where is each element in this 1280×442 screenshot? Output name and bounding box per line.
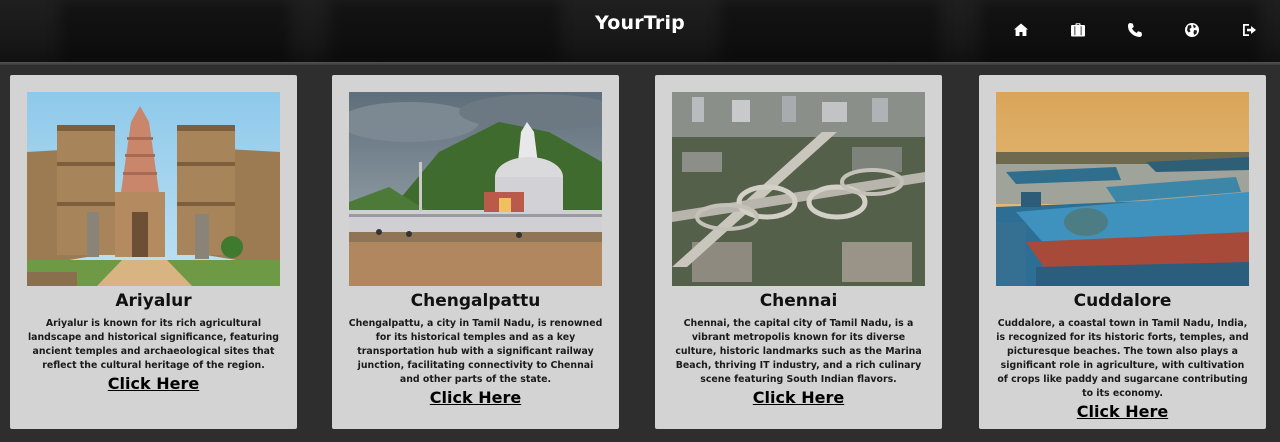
nav-icons	[975, 19, 1260, 41]
home-icon[interactable]	[1010, 19, 1032, 41]
district-card-ariyalur: Ariyalur Ariyalur is known for its rich …	[10, 75, 297, 429]
district-description: Ariyalur is known for its rich agricultu…	[27, 318, 280, 371]
district-photo	[349, 92, 602, 286]
district-description: Chengalpattu, a city in Tamil Nadu, is r…	[348, 318, 603, 385]
globe-icon[interactable]	[1181, 19, 1203, 41]
briefcase-icon[interactable]	[1067, 19, 1089, 41]
district-photo	[27, 92, 280, 286]
district-card-chengalpattu: Chengalpattu Chengalpattu, a city in Tam…	[332, 75, 619, 429]
district-description: Cuddalore, a coastal town in Tamil Nadu,…	[996, 318, 1249, 399]
click-here-link[interactable]: Click Here	[10, 374, 297, 393]
district-title: Chengalpattu	[410, 291, 541, 311]
district-card-chennai: Chennai Chennai, the capital city of Tam…	[655, 75, 942, 429]
district-description: Chennai, the capital city of Tamil Nadu,…	[675, 318, 922, 385]
click-here-link[interactable]: Click Here	[332, 388, 619, 407]
click-here-link[interactable]: Click Here	[655, 388, 942, 407]
district-title: Chennai	[759, 291, 838, 311]
district-card-cuddalore: Cuddalore Cuddalore, a coastal town in T…	[979, 75, 1266, 429]
phone-icon[interactable]	[1124, 19, 1146, 41]
click-here-link[interactable]: Click Here	[979, 402, 1266, 421]
navbar-divider	[0, 62, 1280, 65]
navbar: YourTrip	[0, 0, 1280, 62]
logout-icon[interactable]	[1238, 19, 1260, 41]
district-title: Ariyalur	[115, 291, 192, 311]
district-photo	[672, 92, 925, 286]
district-title: Cuddalore	[1073, 291, 1172, 311]
district-photo	[996, 92, 1249, 286]
